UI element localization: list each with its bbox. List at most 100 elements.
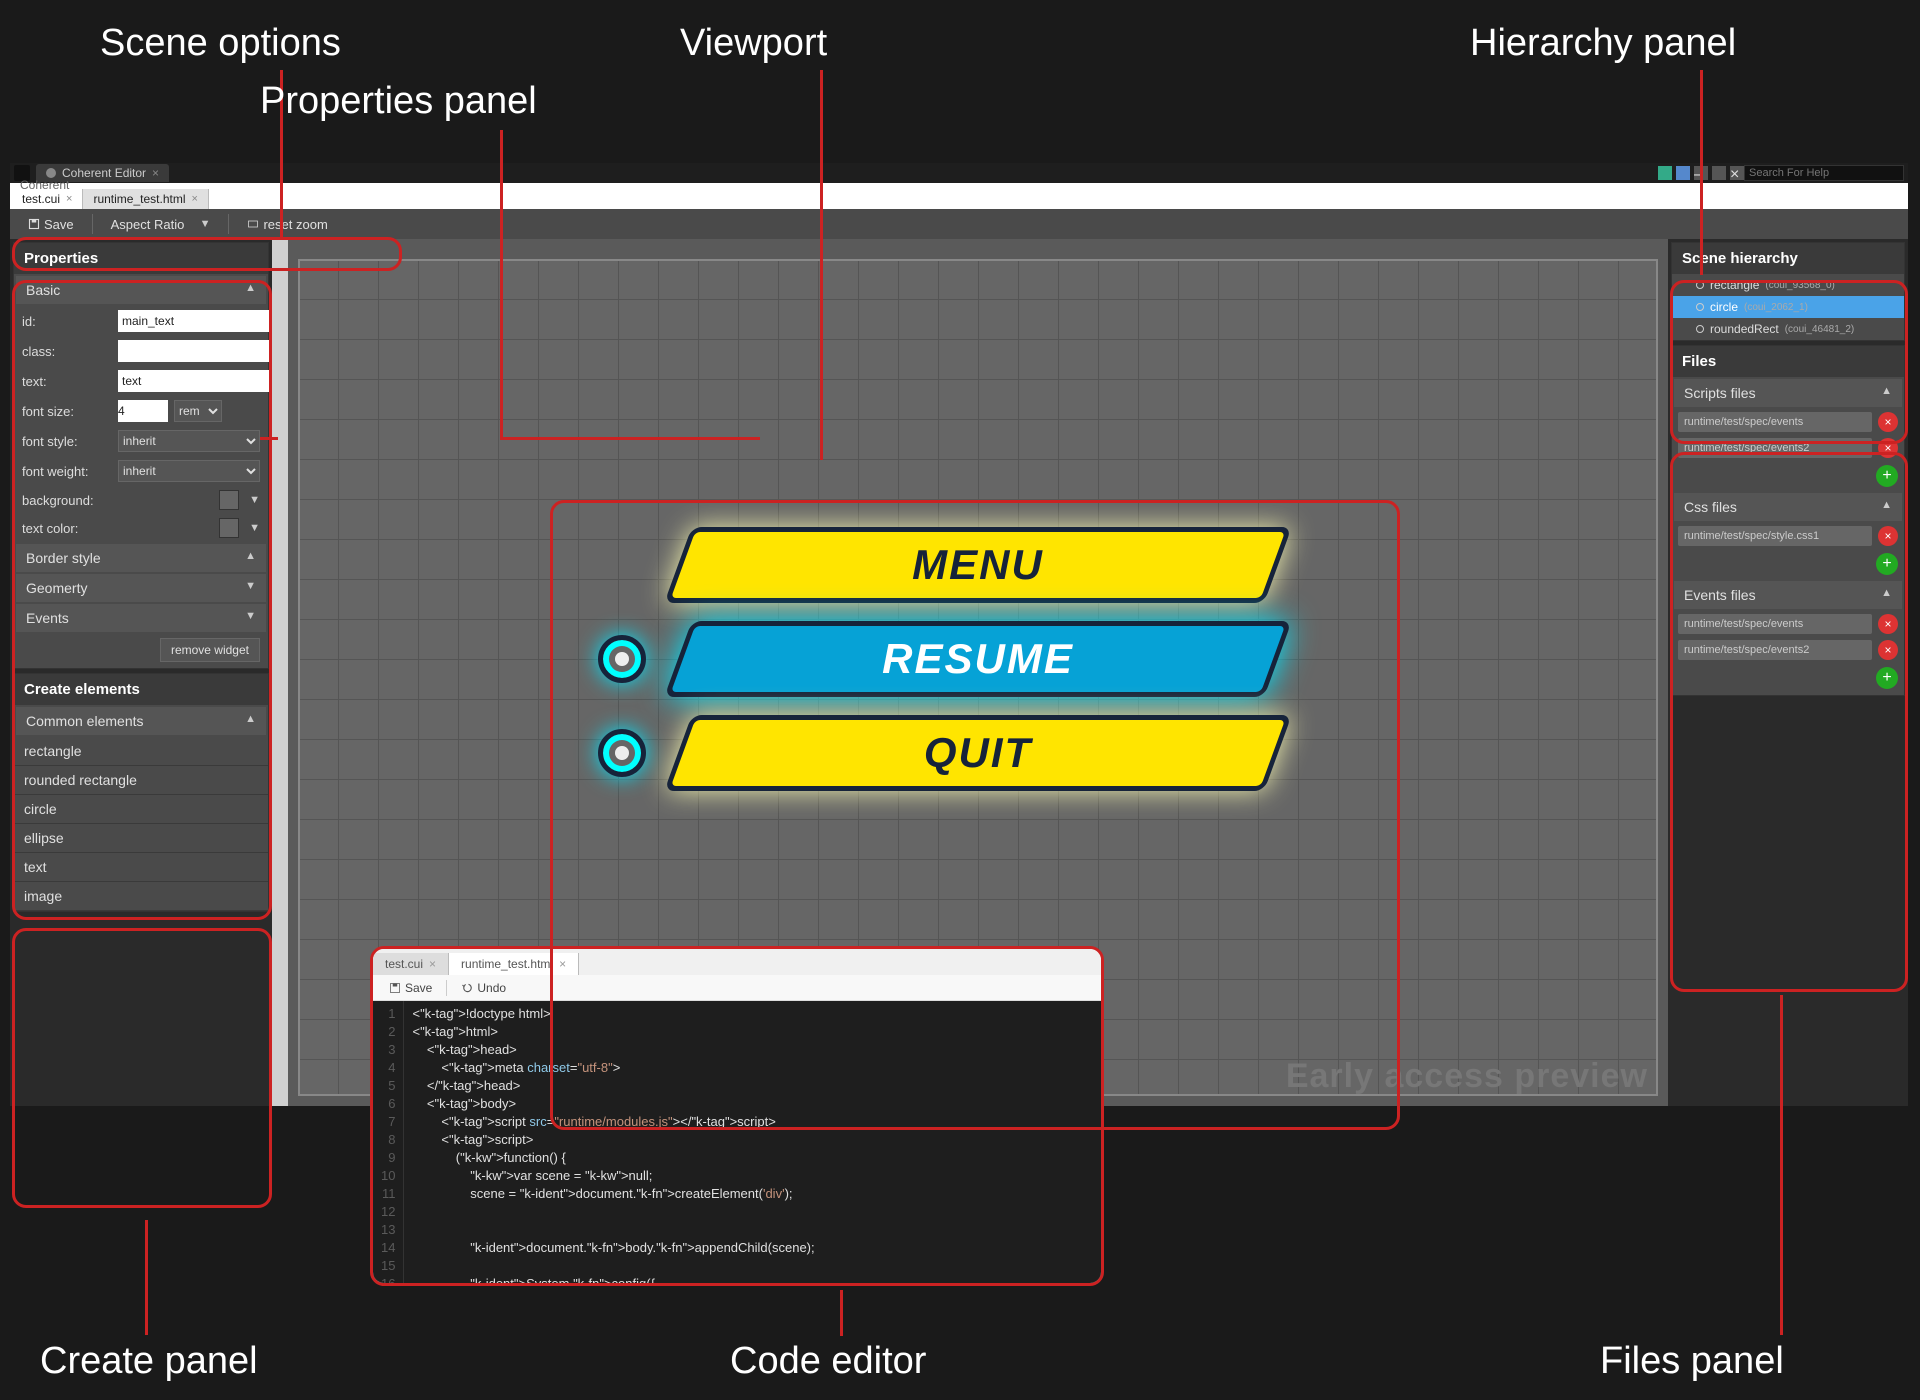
left-scrollbar[interactable]: [272, 239, 288, 1106]
add-script-button[interactable]: +: [1876, 465, 1898, 487]
section-label: Css files: [1684, 499, 1737, 515]
code-line[interactable]: "k-ident">document."k-fn">body."k-fn">ap…: [412, 1239, 814, 1257]
close-icon[interactable]: ×: [429, 957, 436, 971]
add-events-button[interactable]: +: [1876, 667, 1898, 689]
remove-widget-button[interactable]: remove widget: [160, 638, 260, 662]
code-line[interactable]: [412, 1221, 814, 1239]
radio-icon[interactable]: [598, 729, 646, 777]
create-section[interactable]: Common elements▲: [16, 707, 266, 735]
close-icon[interactable]: ×: [66, 193, 72, 205]
file-row: runtime/test/spec/events2 ×: [1672, 637, 1904, 663]
code-line[interactable]: <"k-tag">head>: [412, 1041, 814, 1059]
section-geometry[interactable]: Geomerty▼: [16, 574, 266, 602]
code-tab-1[interactable]: test.cui×: [373, 953, 449, 975]
save-icon: [28, 218, 40, 230]
hierarchy-item[interactable]: rectangle (coui_93568_0): [1672, 274, 1904, 296]
code-area[interactable]: 12345678910111213141516171819 <"k-tag">!…: [373, 1001, 1101, 1283]
close-window-icon[interactable]: ×: [1730, 166, 1744, 180]
section-events[interactable]: Events▼: [16, 604, 266, 632]
chat-icon[interactable]: [1658, 166, 1672, 180]
text-input[interactable]: [118, 370, 281, 392]
code-line[interactable]: [412, 1203, 814, 1221]
file-path[interactable]: runtime/test/spec/events2: [1678, 640, 1872, 660]
create-elements-panel: Create elements Common elements▲ rectang…: [13, 673, 269, 912]
code-line[interactable]: ("k-kw">function() {: [412, 1149, 814, 1167]
anno-line: [260, 437, 278, 440]
menu-label: MENU: [912, 541, 1044, 589]
delete-file-button[interactable]: ×: [1878, 438, 1898, 458]
radio-icon[interactable]: [598, 635, 646, 683]
hierarchy-item[interactable]: circle (coui_2062_1): [1672, 296, 1904, 318]
reset-zoom-button[interactable]: reset zoom: [237, 213, 337, 236]
font-style-select[interactable]: inherit: [118, 430, 260, 452]
create-item-text[interactable]: text: [14, 853, 268, 882]
hierarchy-panel: Scene hierarchy rectangle (coui_93568_0)…: [1671, 242, 1905, 341]
create-item-circle[interactable]: circle: [14, 795, 268, 824]
section-border[interactable]: Border style▲: [16, 544, 266, 572]
delete-file-button[interactable]: ×: [1878, 412, 1898, 432]
font-size-input[interactable]: [118, 400, 168, 422]
maximize-icon[interactable]: [1712, 166, 1726, 180]
code-line[interactable]: <"k-tag">html>: [412, 1023, 814, 1041]
delete-file-button[interactable]: ×: [1878, 640, 1898, 660]
chevron-up-icon: ▲: [245, 550, 256, 566]
code-line[interactable]: <"k-tag">!doctype html>: [412, 1005, 814, 1023]
code-line[interactable]: <"k-tag">script>: [412, 1131, 814, 1149]
file-tab-1[interactable]: test.cui×: [12, 189, 83, 209]
tab-label: runtime_test.html: [461, 957, 553, 971]
events-section[interactable]: Events files▲: [1674, 581, 1902, 609]
code-undo-button[interactable]: Undo: [453, 978, 514, 998]
section-label: Basic: [26, 282, 60, 298]
id-input[interactable]: [118, 310, 281, 332]
anno-line: [820, 70, 823, 460]
code-line[interactable]: </"k-tag">head>: [412, 1077, 814, 1095]
file-path[interactable]: runtime/test/spec/style.css1: [1678, 526, 1872, 546]
background-label: background:: [22, 493, 112, 508]
code-line[interactable]: <"k-tag">meta charset="utf-8">: [412, 1059, 814, 1077]
create-title: Create elements: [14, 674, 268, 705]
undo-label: Undo: [477, 981, 506, 995]
create-item-image[interactable]: image: [14, 882, 268, 911]
background-swatch[interactable]: [219, 490, 239, 510]
file-path[interactable]: runtime/test/spec/events: [1678, 412, 1872, 432]
delete-file-button[interactable]: ×: [1878, 614, 1898, 634]
item-id: (coui_46481_2): [1785, 324, 1855, 335]
create-item-rectangle[interactable]: rectangle: [14, 737, 268, 766]
item-name: roundedRect: [1710, 322, 1779, 336]
user-icon[interactable]: [1676, 166, 1690, 180]
code-line[interactable]: scene = "k-ident">document."k-fn">create…: [412, 1185, 814, 1203]
save-label: Save: [405, 981, 432, 995]
file-path[interactable]: runtime/test/spec/events2: [1678, 438, 1872, 458]
code-line[interactable]: <"k-tag">body>: [412, 1095, 814, 1113]
code-line[interactable]: [412, 1257, 814, 1275]
font-weight-select[interactable]: inherit: [118, 460, 260, 482]
text-color-swatch[interactable]: [219, 518, 239, 538]
menu-item-quit[interactable]: QUIT: [678, 715, 1278, 791]
add-css-button[interactable]: +: [1876, 553, 1898, 575]
create-item-ellipse[interactable]: ellipse: [14, 824, 268, 853]
code-line[interactable]: "k-kw">var scene = "k-kw">null;: [412, 1167, 814, 1185]
css-section[interactable]: Css files▲: [1674, 493, 1902, 521]
close-icon[interactable]: ×: [559, 957, 566, 971]
code-tab-2[interactable]: runtime_test.html ×: [449, 953, 579, 975]
class-input[interactable]: [118, 340, 281, 362]
search-help-input[interactable]: [1744, 165, 1904, 181]
hierarchy-item[interactable]: roundedRect (coui_46481_2): [1672, 318, 1904, 340]
delete-file-button[interactable]: ×: [1878, 526, 1898, 546]
file-tab-2[interactable]: runtime_test.html×: [83, 189, 208, 209]
code-line[interactable]: <"k-tag">script src="runtime/modules.js"…: [412, 1113, 814, 1131]
menu-item-resume[interactable]: RESUME: [678, 621, 1278, 697]
create-item-rounded-rectangle[interactable]: rounded rectangle: [14, 766, 268, 795]
font-size-unit-select[interactable]: rem: [174, 400, 222, 422]
code-line[interactable]: "k-ident">System."k-fn">config({: [412, 1275, 814, 1283]
close-icon[interactable]: ×: [192, 193, 198, 205]
menu-item-menu[interactable]: MENU: [678, 527, 1278, 603]
close-icon[interactable]: ×: [152, 166, 159, 180]
section-basic[interactable]: Basic▲: [16, 276, 266, 304]
save-button[interactable]: Save: [18, 213, 84, 236]
section-label: Events: [26, 610, 69, 626]
code-save-button[interactable]: Save: [381, 978, 440, 998]
file-path[interactable]: runtime/test/spec/events: [1678, 614, 1872, 634]
aspect-ratio-dropdown[interactable]: Aspect Ratio ▼: [101, 213, 221, 236]
scripts-section[interactable]: Scripts files▲: [1674, 379, 1902, 407]
